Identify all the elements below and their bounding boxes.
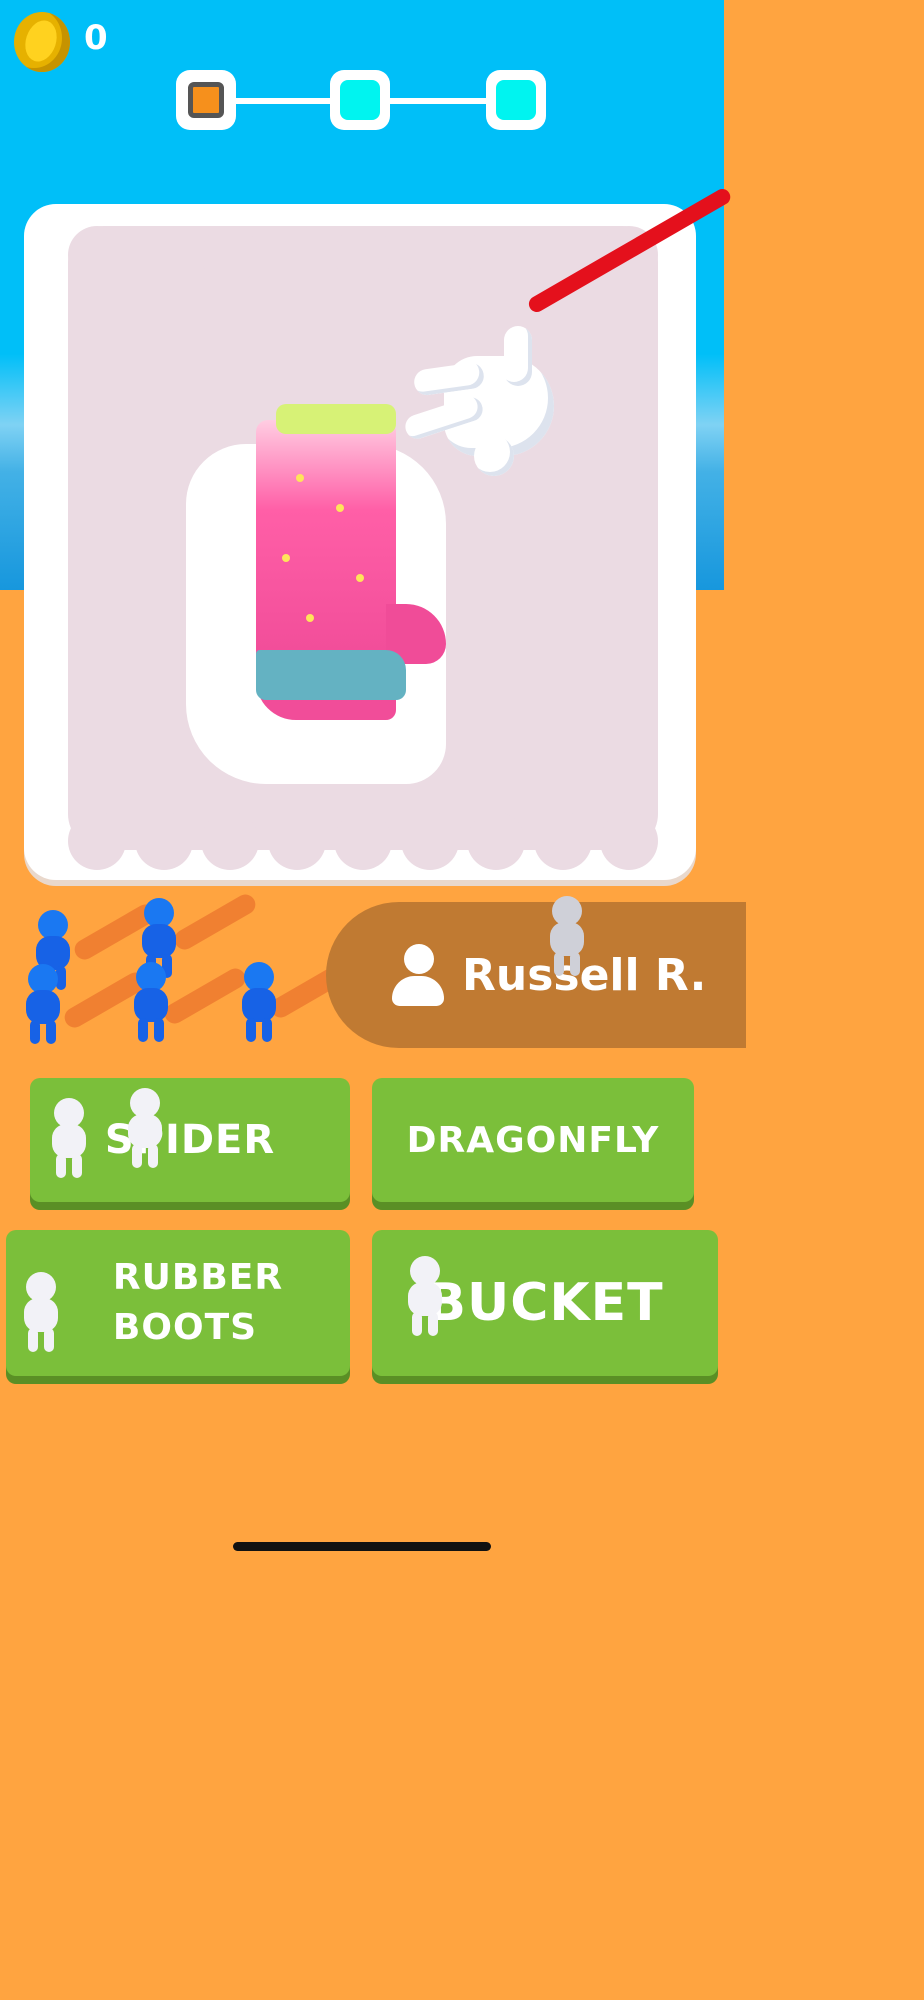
rubber-boot-icon bbox=[186, 404, 446, 784]
voter-figure bbox=[122, 1088, 166, 1168]
voter-figure bbox=[18, 1272, 62, 1352]
crowd-figure bbox=[20, 964, 64, 1044]
player-banner: Russell R. bbox=[326, 902, 746, 1048]
voter-figure bbox=[402, 1256, 446, 1336]
stage-1-current bbox=[176, 70, 236, 130]
crowd-figure bbox=[236, 962, 280, 1042]
stage-3-pending bbox=[486, 70, 546, 130]
scallop-bottom bbox=[68, 812, 658, 870]
person-icon bbox=[392, 944, 444, 1008]
home-indicator[interactable] bbox=[233, 1542, 491, 1551]
crowd-figure bbox=[128, 962, 172, 1042]
answer-label: BUCKET bbox=[426, 1273, 664, 1333]
scratch-glove-icon bbox=[402, 326, 564, 476]
voter-figure bbox=[46, 1098, 90, 1178]
coin-count: 0 bbox=[84, 18, 108, 58]
stage-2-pending bbox=[330, 70, 390, 130]
answer-button-dragonfly[interactable]: DRAGONFLY bbox=[372, 1078, 694, 1202]
player-figure bbox=[544, 896, 588, 976]
answer-label: DRAGONFLY bbox=[406, 1119, 660, 1161]
coin-icon bbox=[14, 12, 70, 72]
scallop-top bbox=[68, 226, 658, 284]
answer-label: RUBBER BOOTS bbox=[112, 1257, 284, 1348]
